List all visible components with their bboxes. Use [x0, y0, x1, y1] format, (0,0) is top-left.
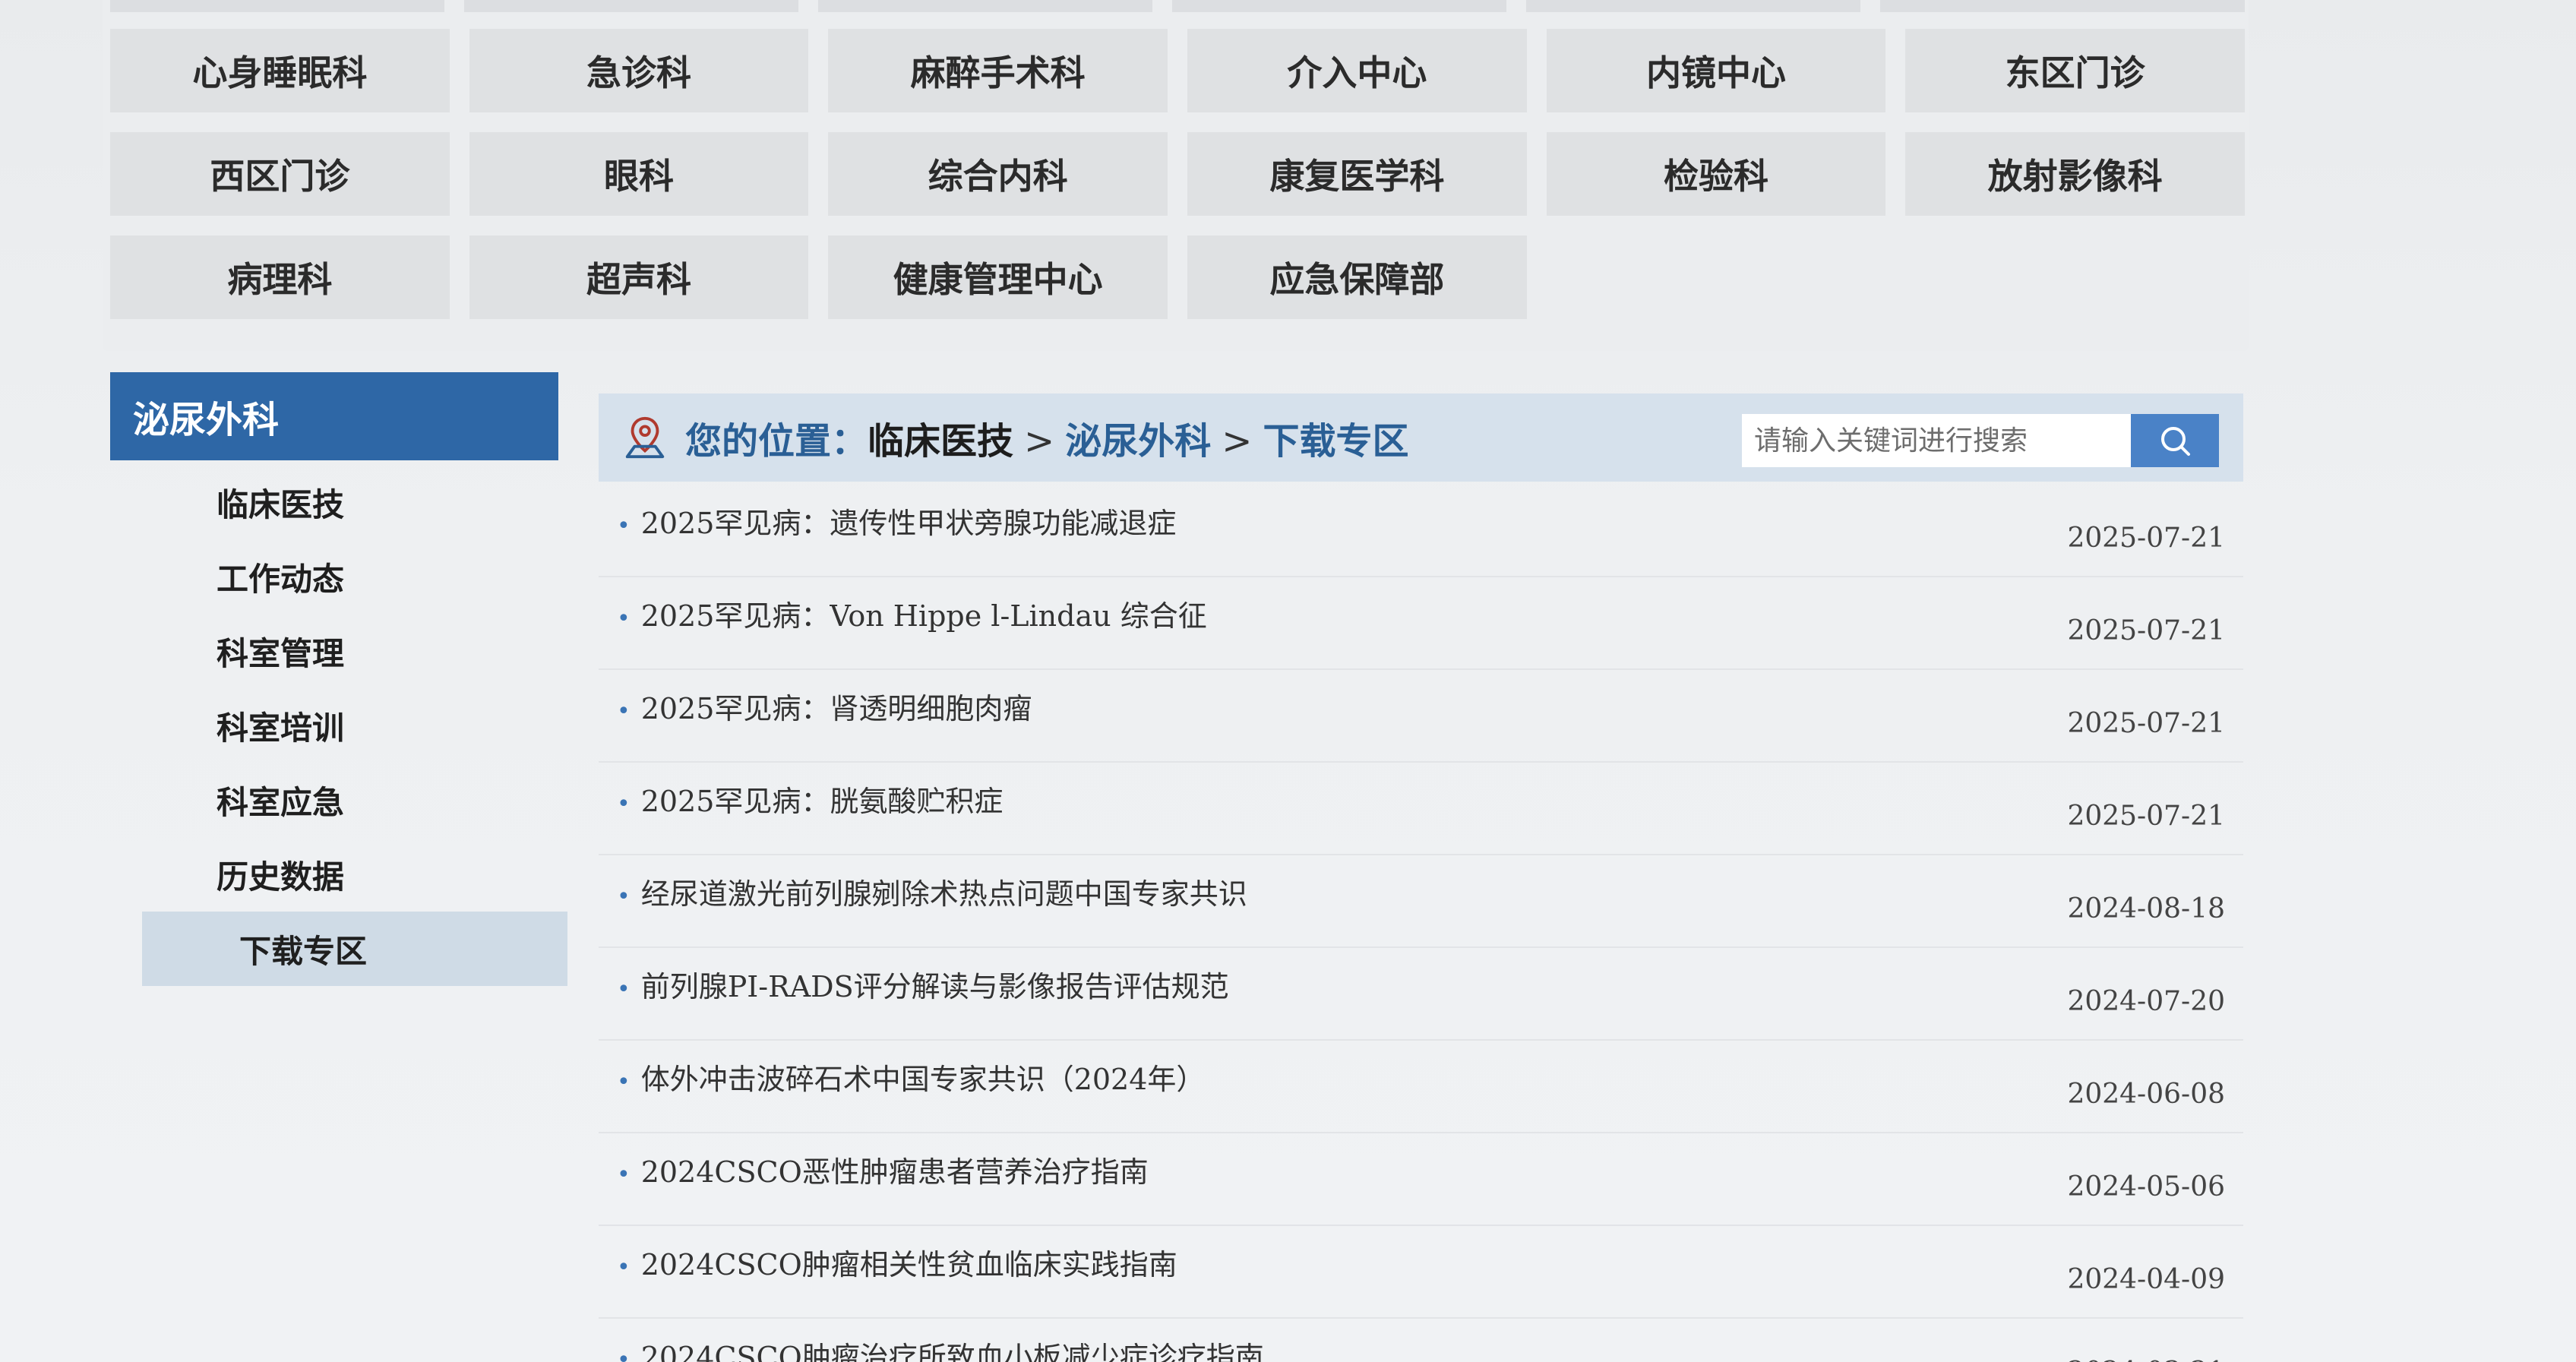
page: 心身睡眠科 急诊科 麻醉手术科 介入中心 内镜中心 东区门诊 西区门诊 眼科 综… [0, 0, 2576, 1362]
document-title[interactable]: 2024CSCO肿瘤相关性贫血临床实践指南 [617, 1241, 1177, 1283]
department-link[interactable]: 麻醉手术科 [828, 29, 1168, 112]
document-title[interactable]: 2024CSCO恶性肿瘤患者营养治疗指南 [617, 1149, 1149, 1190]
department-link[interactable]: 综合内科 [828, 132, 1168, 216]
list-item[interactable]: 体外冲击波碎石术中国专家共识（2024年） 2024-06-08 [599, 1041, 2243, 1133]
list-item[interactable]: 经尿道激光前列腺剜除术热点问题中国专家共识 2024-08-18 [599, 855, 2243, 948]
department-link[interactable]: 应急保障部 [1187, 235, 1527, 319]
document-date: 2025-07-21 [2067, 523, 2225, 554]
document-date: 2024-03-21 [2067, 1357, 2225, 1362]
document-title[interactable]: 2025罕见病：胱氨酸贮积症 [617, 778, 1004, 820]
document-title[interactable]: 体外冲击波碎石术中国专家共识（2024年） [617, 1056, 1206, 1098]
sidebar-item-downloads[interactable]: 下载专区 [142, 912, 567, 986]
list-item[interactable]: 前列腺PI-RADS评分解读与影像报告评估规范 2024-07-20 [599, 948, 2243, 1041]
list-item[interactable]: 2025罕见病：遗传性甲状旁腺功能减退症 2025-07-21 [599, 485, 2243, 577]
document-date: 2024-08-18 [2067, 893, 2225, 924]
list-item[interactable]: 2024CSCO恶性肿瘤患者营养治疗指南 2024-05-06 [599, 1133, 2243, 1226]
sidebar-item-training[interactable]: 科室培训 [110, 688, 558, 763]
document-title[interactable]: 经尿道激光前列腺剜除术热点问题中国专家共识 [617, 871, 1247, 912]
breadcrumb-current: 下载专区 [1263, 420, 1409, 463]
document-date: 2025-07-21 [2067, 801, 2225, 832]
search-icon [2161, 427, 2190, 456]
department-link[interactable]: 心身睡眠科 [110, 29, 450, 112]
location-pin-icon [625, 416, 665, 459]
document-date: 2024-06-08 [2067, 1079, 2225, 1110]
list-item[interactable]: 2025罕见病：胱氨酸贮积症 2025-07-21 [599, 763, 2243, 855]
document-date: 2025-07-21 [2067, 708, 2225, 739]
document-date: 2025-07-21 [2067, 615, 2225, 646]
department-link[interactable]: 东区门诊 [1905, 29, 2245, 112]
document-date: 2024-04-09 [2067, 1264, 2225, 1295]
document-date: 2024-05-06 [2067, 1171, 2225, 1202]
department-link[interactable]: 检验科 [1546, 132, 1886, 216]
department-link[interactable]: 健康管理中心 [828, 235, 1168, 319]
sidebar: 泌尿外科 临床医技 工作动态 科室管理 科室培训 科室应急 历史数据 下载专区 [110, 372, 567, 986]
breadcrumb-prefix: 您的位置： [685, 420, 868, 463]
department-grid: 心身睡眠科 急诊科 麻醉手术科 介入中心 内镜中心 东区门诊 西区门诊 眼科 综… [110, 29, 2245, 319]
breadcrumb: 您的位置：临床医技 > 泌尿外科 > 下载专区 [599, 393, 2243, 482]
sidebar-item-management[interactable]: 科室管理 [110, 614, 558, 688]
document-title[interactable]: 2025罕见病：Von Hippe l-Lindau 综合征 [617, 593, 1207, 634]
breadcrumb-link-urology[interactable]: 泌尿外科 [1065, 420, 1211, 463]
department-link[interactable]: 放射影像科 [1905, 132, 2245, 216]
list-item[interactable]: 2025罕见病：Von Hippe l-Lindau 综合征 2025-07-21 [599, 577, 2243, 670]
breadcrumb-link-clinical[interactable]: 临床医技 [868, 420, 1013, 463]
list-item[interactable]: 2024CSCO肿瘤相关性贫血临床实践指南 2024-04-09 [599, 1226, 2243, 1319]
main-content: 您的位置：临床医技>泌尿外科>下载专区 2025罕见病：遗传性甲状旁腺功能减退症… [599, 393, 2243, 1362]
search-input[interactable] [1742, 414, 2131, 467]
sidebar-item-clinical[interactable]: 临床医技 [110, 465, 558, 539]
department-link[interactable]: 介入中心 [1187, 29, 1527, 112]
sidebar-title: 泌尿外科 [110, 372, 558, 460]
document-title[interactable]: 前列腺PI-RADS评分解读与影像报告评估规范 [617, 963, 1229, 1005]
search-box [1742, 414, 2219, 467]
department-link[interactable]: 西区门诊 [110, 132, 450, 216]
sidebar-item-history[interactable]: 历史数据 [110, 837, 558, 912]
document-date: 2024-07-20 [2067, 986, 2225, 1017]
sidebar-item-emergency[interactable]: 科室应急 [110, 763, 558, 837]
breadcrumb-separator: > [1024, 420, 1055, 463]
sidebar-item-news[interactable]: 工作动态 [110, 539, 558, 614]
department-link[interactable]: 病理科 [110, 235, 450, 319]
list-item[interactable]: 2025罕见病：肾透明细胞肉瘤 2025-07-21 [599, 670, 2243, 763]
document-title[interactable]: 2025罕见病：遗传性甲状旁腺功能减退症 [617, 500, 1177, 542]
department-link[interactable]: 急诊科 [469, 29, 809, 112]
document-title[interactable]: 2025罕见病：肾透明细胞肉瘤 [617, 685, 1032, 727]
document-list: 2025罕见病：遗传性甲状旁腺功能减退症 2025-07-21 2025罕见病：V… [599, 485, 2243, 1362]
breadcrumb-separator: > [1222, 420, 1253, 463]
department-link[interactable]: 眼科 [469, 132, 809, 216]
department-link[interactable]: 康复医学科 [1187, 132, 1527, 216]
sidebar-menu: 临床医技 工作动态 科室管理 科室培训 科室应急 历史数据 下载专区 [110, 465, 567, 986]
department-row-above [110, 0, 2245, 12]
department-link[interactable]: 内镜中心 [1546, 29, 1886, 112]
search-button[interactable] [2131, 414, 2219, 467]
breadcrumb-text: 您的位置：临床医技 > 泌尿外科 > 下载专区 [685, 411, 1409, 464]
document-title[interactable]: 2024CSCO肿瘤治疗所致血小板减少症诊疗指南 [617, 1334, 1264, 1362]
list-item[interactable]: 2024CSCO肿瘤治疗所致血小板减少症诊疗指南 2024-03-21 [599, 1319, 2243, 1362]
department-link[interactable]: 超声科 [469, 235, 809, 319]
